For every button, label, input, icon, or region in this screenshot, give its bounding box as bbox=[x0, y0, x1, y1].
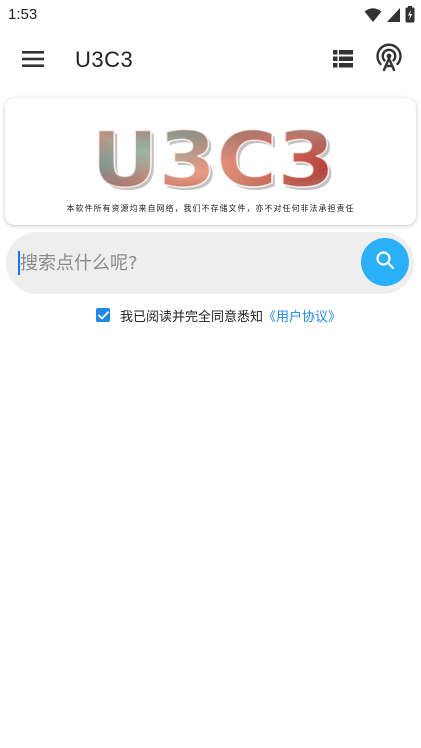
agreement-checkbox[interactable] bbox=[96, 308, 110, 322]
antenna-button[interactable] bbox=[372, 43, 406, 77]
status-icons bbox=[364, 6, 415, 27]
search-button[interactable] bbox=[361, 238, 409, 286]
agreement-row: 我已阅读并完全同意悉知 《用户协议》 bbox=[96, 305, 341, 325]
agreement-text: 我已阅读并完全同意悉知 bbox=[120, 309, 264, 325]
list-view-button[interactable] bbox=[328, 46, 358, 76]
signal-icon bbox=[386, 7, 401, 27]
banner-tagline: 本软件所有资源均来自网络，我们不存储文件，亦不对任何非法承担责任 bbox=[66, 204, 355, 213]
antenna-icon bbox=[374, 43, 404, 77]
list-view-icon bbox=[333, 50, 353, 72]
status-time: 1:53 bbox=[8, 6, 38, 23]
user-agreement-link[interactable]: 《用户协议》 bbox=[263, 306, 341, 325]
menu-button[interactable] bbox=[18, 46, 48, 76]
search-input[interactable] bbox=[20, 247, 350, 279]
hamburger-menu-icon bbox=[22, 50, 44, 72]
app-title: U3C3 bbox=[75, 47, 134, 72]
banner-card: U3C3 U3C3 U3C3 本软件所有资源均来自网络，我们不存储文件，亦不对任… bbox=[5, 98, 416, 225]
u3c3-logo: U3C3 U3C3 U3C3 bbox=[89, 114, 338, 207]
app-bar: U3C3 bbox=[0, 30, 421, 90]
svg-text:U3C3: U3C3 bbox=[91, 122, 333, 194]
wifi-icon bbox=[364, 7, 382, 27]
battery-icon bbox=[405, 6, 415, 27]
status-bar: 1:53 bbox=[0, 0, 421, 30]
checkmark-icon bbox=[97, 310, 109, 319]
search-icon bbox=[375, 250, 395, 274]
